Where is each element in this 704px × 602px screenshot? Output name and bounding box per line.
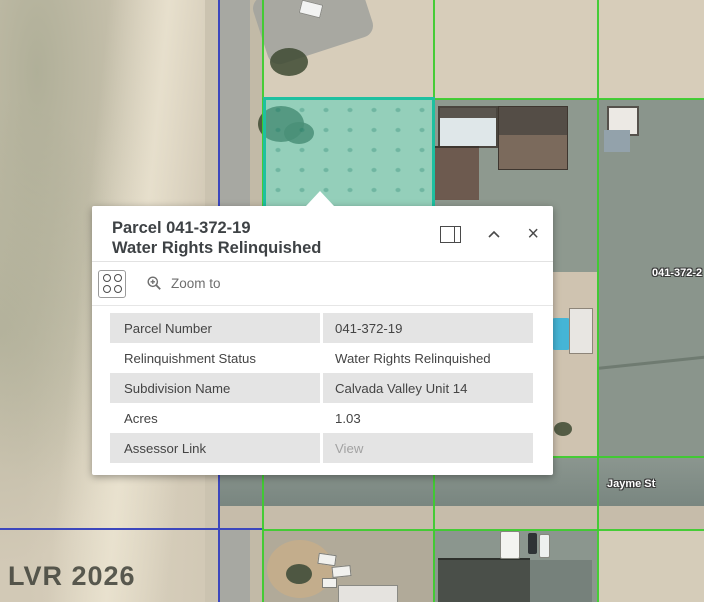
- truck: [317, 553, 336, 566]
- field-label: Assessor Link: [110, 433, 320, 463]
- patio-area: [530, 560, 592, 602]
- field-row-acres: Acres 1.03: [110, 403, 533, 433]
- bottom-lot-middle: [433, 530, 597, 602]
- field-edge-line: [589, 354, 704, 371]
- dark-roof-building: [438, 558, 530, 602]
- zoom-to-icon: [146, 275, 163, 292]
- main-house-building: [498, 106, 568, 170]
- watermark-text: LVR 2026: [8, 561, 136, 592]
- bottom-lot-right: [597, 530, 704, 602]
- pool-house-roof: [569, 308, 593, 354]
- popup-toolbar: Zoom to: [92, 262, 553, 306]
- parcel-number-map-label: 041-372-2: [652, 267, 702, 279]
- selected-parcel-highlight[interactable]: [263, 97, 435, 212]
- swimming-pool: [551, 318, 571, 350]
- brown-structure: [435, 146, 479, 200]
- popup-header-controls: ×: [440, 224, 539, 244]
- map-viewport[interactable]: 041-372-2 Jayme St LVR 2026 Parcel 041-3…: [0, 0, 704, 602]
- parcel-line-horizontal-3: [262, 529, 704, 531]
- blue-section-line-horizontal: [0, 528, 264, 530]
- truck: [331, 565, 351, 578]
- field-row-assessor-link: Assessor Link View: [110, 433, 533, 463]
- white-car: [500, 531, 520, 559]
- road-shoulder: [220, 506, 704, 530]
- field-row-parcel-number: Parcel Number 041-372-19: [110, 313, 533, 343]
- assessor-view-link[interactable]: View: [335, 441, 363, 456]
- parcel-line-vertical-3: [597, 0, 599, 602]
- field-value: Water Rights Relinquished: [323, 343, 533, 373]
- bush: [286, 564, 312, 584]
- close-button[interactable]: ×: [527, 224, 539, 244]
- white-roof-building: [338, 585, 398, 602]
- bush: [270, 48, 308, 76]
- field-label: Acres: [110, 403, 320, 433]
- field-row-relinquishment-status: Relinquishment Status Water Rights Relin…: [110, 343, 533, 373]
- field-value: 041-372-19: [323, 313, 533, 343]
- field-value: 1.03: [323, 403, 533, 433]
- field-label: Subdivision Name: [110, 373, 320, 403]
- white-car: [539, 534, 550, 558]
- popup-header: Parcel 041-372-19 Water Rights Relinquis…: [92, 206, 553, 262]
- pool-property-strip: [548, 272, 597, 462]
- field-value: Calvada Valley Unit 14: [323, 373, 533, 403]
- feature-popup: Parcel 041-372-19 Water Rights Relinquis…: [92, 206, 553, 475]
- zoom-to-label: Zoom to: [171, 276, 221, 291]
- truck: [322, 578, 337, 588]
- street-name-label: Jayme St: [607, 478, 655, 490]
- bush: [554, 422, 572, 436]
- feature-menu-button[interactable]: [98, 270, 126, 298]
- bottom-lot-left: [262, 530, 433, 602]
- field-row-subdivision-name: Subdivision Name Calvada Valley Unit 14: [110, 373, 533, 403]
- field-label: Parcel Number: [110, 313, 320, 343]
- dock-button[interactable]: [440, 224, 461, 244]
- popup-callout-arrow: [306, 191, 334, 206]
- field-label: Relinquishment Status: [110, 343, 320, 373]
- gray-roof-building: [604, 130, 630, 152]
- collapse-button[interactable]: [487, 224, 501, 244]
- zoom-to-button[interactable]: Zoom to: [140, 274, 227, 293]
- dock-icon: [440, 226, 461, 243]
- chevron-up-icon: [487, 229, 501, 239]
- dark-car: [528, 533, 537, 554]
- features-grid-icon: [103, 274, 111, 282]
- attribute-table: Parcel Number 041-372-19 Relinquishment …: [110, 313, 533, 463]
- close-icon: ×: [527, 226, 539, 242]
- white-shed-building: [438, 106, 498, 148]
